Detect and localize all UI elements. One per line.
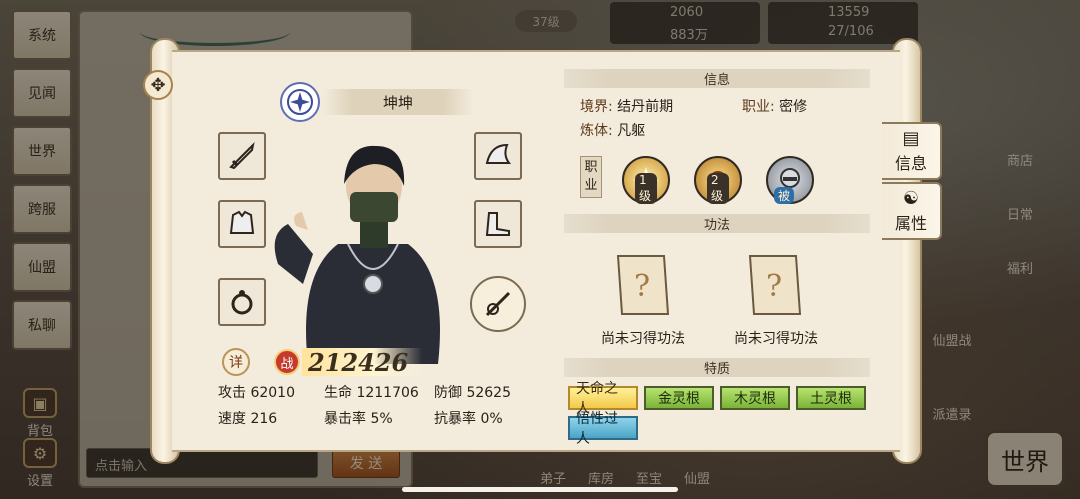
combat-power-icon: 战 [274, 349, 300, 375]
passive-tag: 被 [774, 187, 795, 204]
pin-icon[interactable]: ✥ [143, 70, 173, 100]
unknown-technique-scroll-icon[interactable]: ? [736, 246, 814, 324]
section-title-traits: 特质 [564, 358, 870, 377]
combat-power-row: 详 战 212426 [222, 348, 423, 377]
stat-crit-resist: 抗暴率 0% [434, 411, 503, 427]
home-indicator [402, 487, 678, 492]
detail-button[interactable]: 详 [222, 348, 250, 376]
skill-level-tag: 1级 [635, 173, 657, 204]
ring-icon[interactable] [218, 278, 266, 326]
tab-info-label: 信息 [894, 154, 927, 173]
tab-attributes[interactable]: ☯ 属性 [882, 182, 942, 240]
attribute-figure-icon: ☯ [902, 188, 920, 209]
stat-attack: 攻击 62010 [218, 385, 295, 401]
armor-icon[interactable] [218, 200, 266, 248]
burst-skill-icon[interactable]: 1级 [622, 156, 670, 204]
stat-row: 速度 216 暴击率 5% 抗暴率 0% [218, 408, 558, 428]
svg-text:?: ? [634, 269, 650, 304]
scroll-body: 坤坤 详 战 212426 攻击 62010 生命 1211706 防御 526… [172, 50, 900, 452]
name-row: 坤坤 [280, 82, 474, 122]
sun-skill-icon[interactable]: 2级 [694, 156, 742, 204]
character-panel: 坤坤 详 战 212426 攻击 62010 生命 1211706 防御 526… [172, 52, 562, 454]
section-title-info: 信息 [564, 69, 870, 88]
info-panel: 信息 境界: 结丹前期 职业: 密修 炼体: 凡躯 职业 1级 2级 被 功法 … [564, 52, 872, 454]
svg-text:?: ? [766, 269, 782, 304]
unknown-technique-scroll-icon[interactable]: ? [604, 246, 682, 324]
stat-speed: 速度 216 [218, 411, 278, 427]
combat-power-value: 212426 [302, 348, 423, 377]
job-line: 职业: 密修 [742, 99, 808, 115]
technique-slot-label: 尚未习得功法 [734, 331, 818, 347]
trait-tag[interactable]: 天命之人 [568, 381, 638, 417]
stat-hp: 生命 1211706 [324, 385, 419, 401]
sword-icon[interactable] [218, 132, 266, 180]
trait-tag[interactable]: 金灵根 [644, 386, 714, 410]
job-label: 职业 [580, 156, 602, 198]
technique-slot-label: 尚未习得功法 [601, 331, 685, 347]
trait-tag[interactable]: 悟性过人 [568, 411, 638, 447]
tab-attributes-label: 属性 [894, 214, 927, 233]
realm-line: 境界: 结丹前期 [580, 99, 674, 115]
boots-icon[interactable] [474, 200, 522, 248]
skill-level-tag: 2级 [707, 173, 729, 204]
info-book-icon: ▤ [902, 128, 920, 149]
trait-tag[interactable]: 木灵根 [720, 386, 790, 410]
character-name: 坤坤 [322, 89, 474, 115]
tab-info[interactable]: ▤ 信息 [882, 122, 942, 180]
masked-passive-icon[interactable]: 被 [766, 156, 814, 204]
character-info-dialog: 坤坤 详 战 212426 攻击 62010 生命 1211706 防御 526… [150, 38, 922, 464]
trait-tag[interactable]: 土灵根 [796, 386, 866, 410]
body-line: 炼体: 凡躯 [580, 123, 646, 139]
helmet-icon[interactable] [474, 132, 522, 180]
weapon-talisman-icon[interactable] [470, 276, 526, 332]
stat-crit-rate: 暴击率 5% [324, 411, 393, 427]
stat-row: 攻击 62010 生命 1211706 防御 52625 [218, 382, 558, 402]
character-portrait [268, 134, 478, 364]
section-title-technique: 功法 [564, 214, 870, 233]
stats-table: 攻击 62010 生命 1211706 防御 52625 速度 216 暴击率 … [218, 382, 558, 434]
sect-emblem-icon [280, 82, 320, 122]
stat-defense: 防御 52625 [434, 385, 511, 401]
